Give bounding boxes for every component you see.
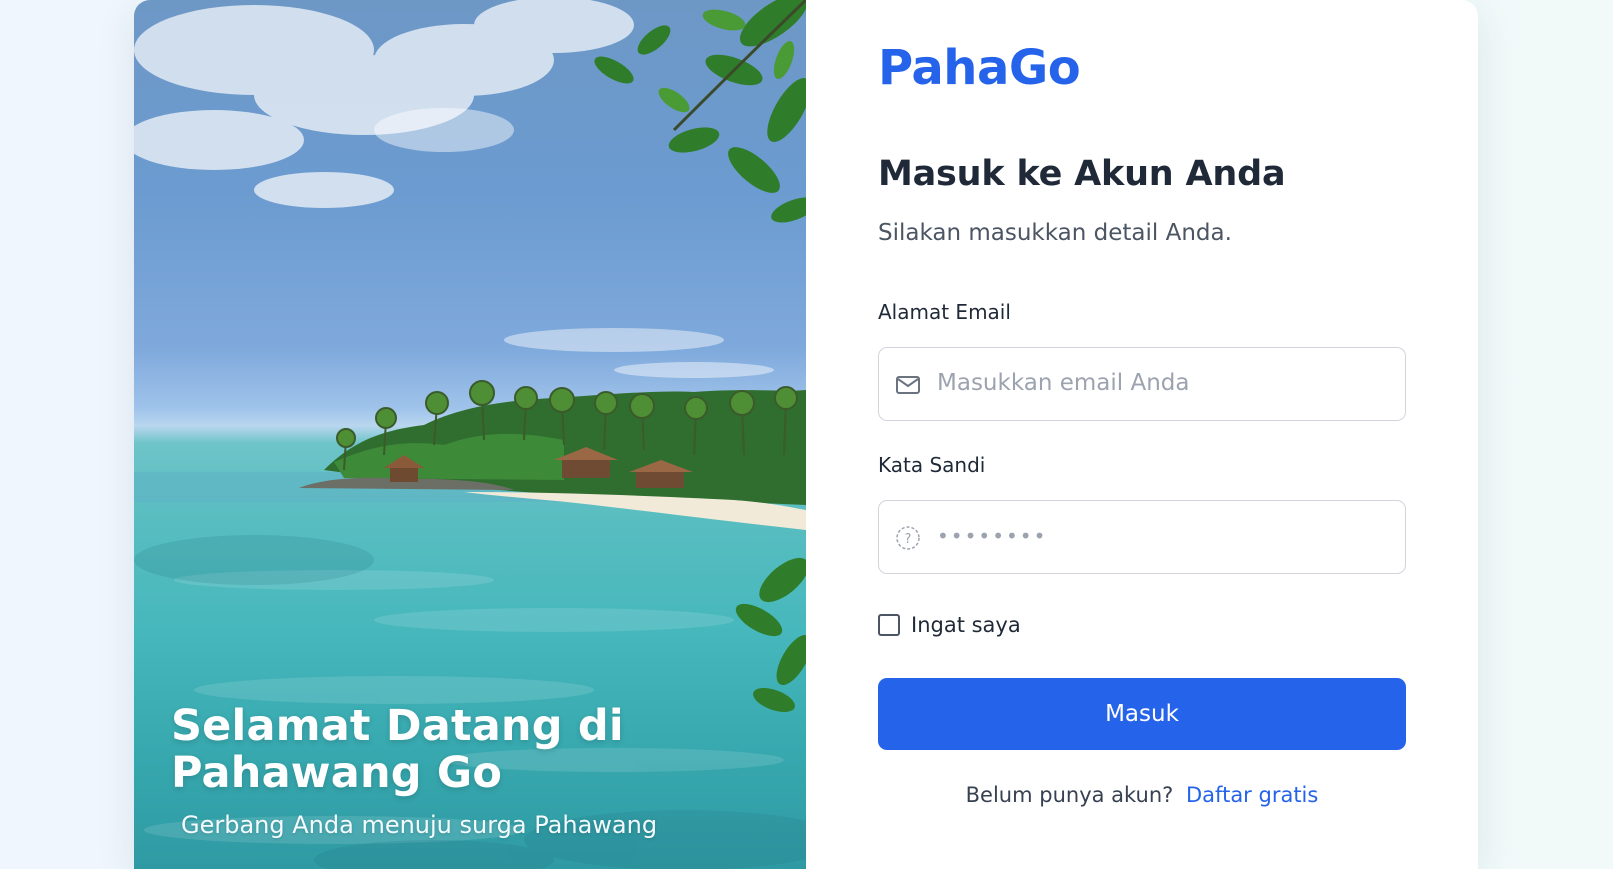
signup-prompt: Belum punya akun? Daftar gratis [878,783,1406,807]
email-input[interactable] [937,348,1387,418]
remember-me[interactable]: Ingat saya [878,613,1021,637]
envelope-icon [896,376,920,394]
login-form-panel: PahaGo Masuk ke Akun Anda Silakan masukk… [806,0,1478,869]
hero-text: Selamat Datang di Pahawang Go Gerbang An… [171,703,771,840]
hero-panel: Selamat Datang di Pahawang Go Gerbang An… [134,0,806,869]
email-label: Alamat Email [878,300,1011,324]
hero-title-line1: Selamat Datang di [171,701,624,751]
svg-text:?: ? [905,532,912,547]
password-input[interactable] [937,501,1387,571]
hero-subtitle: Gerbang Anda menuju surga Pahawang [181,811,658,839]
signup-link[interactable]: Daftar gratis [1186,783,1318,807]
signup-prompt-text: Belum punya akun? [965,783,1174,807]
password-field[interactable]: ? [878,500,1406,574]
question-circle-icon: ? [896,526,920,550]
email-field[interactable] [878,347,1406,421]
hero-title: Selamat Datang di Pahawang Go [171,703,771,797]
password-label: Kata Sandi [878,453,986,477]
login-card: Selamat Datang di Pahawang Go Gerbang An… [134,0,1478,869]
hero-title-line2: Pahawang Go [171,748,503,798]
login-subheading: Silakan masukkan detail Anda. [878,220,1232,246]
login-heading: Masuk ke Akun Anda [878,154,1286,194]
brand-logo: PahaGo [878,40,1081,96]
login-button[interactable]: Masuk [878,678,1406,750]
remember-label: Ingat saya [911,613,1021,637]
remember-checkbox[interactable] [878,614,900,636]
